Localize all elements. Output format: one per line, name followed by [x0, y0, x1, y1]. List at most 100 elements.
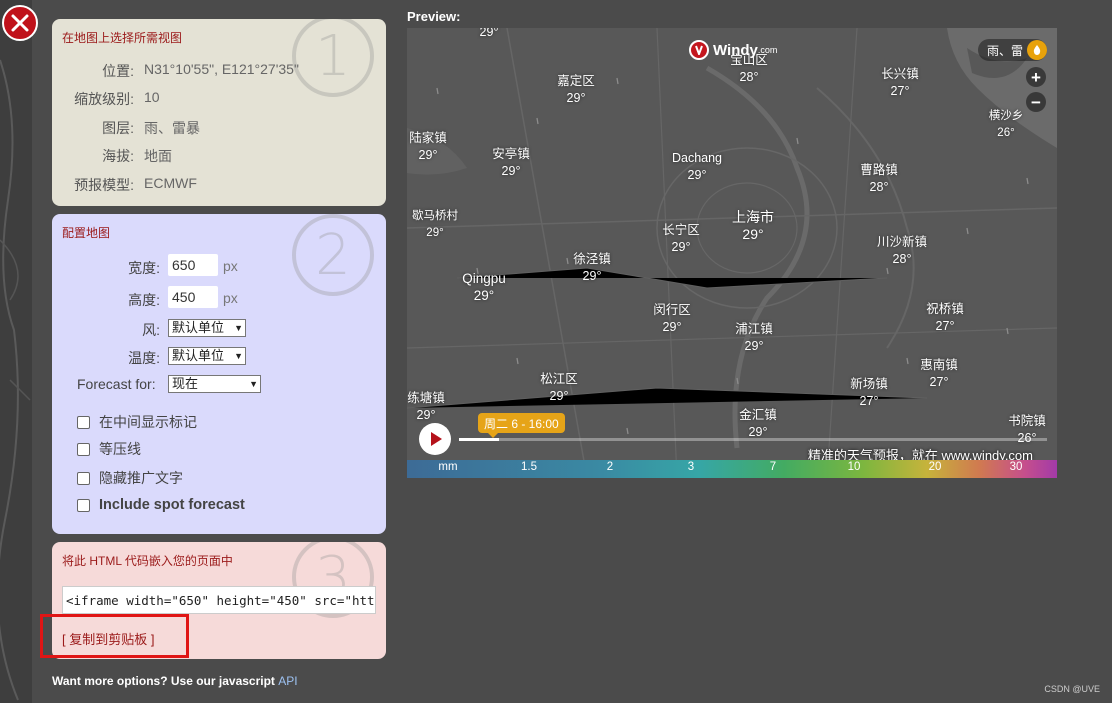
altitude-value: 地面 — [144, 148, 172, 164]
panel-title: 配置地图 — [62, 226, 111, 240]
checkbox[interactable] — [77, 415, 90, 429]
wind-unit-select[interactable]: 默认单位 ▼ — [168, 319, 246, 337]
city-label: 书院镇 26° — [1008, 414, 1046, 445]
panel-configure-map: 2 配置地图 宽度: px 高度: px 风: 默认单位 ▼ 温度: 默认单位 … — [52, 214, 386, 534]
windy-logo-icon — [689, 40, 709, 60]
layer-selector[interactable]: 雨、雷 — [977, 39, 1047, 61]
scale-tick: 1.5 — [521, 461, 537, 473]
city-label: 金汇镇 29° — [739, 408, 777, 439]
zoom-out-button[interactable]: − — [1026, 92, 1046, 112]
temperature-label: 温度: — [128, 350, 160, 366]
footer-text: Want more options? Use our javascript AP… — [52, 674, 298, 688]
position-value: N31°10'55", E121°27'35" — [144, 61, 299, 77]
city-label: 上海市 29° — [732, 209, 774, 242]
step-number-1: 1 — [292, 19, 374, 97]
scale-tick: 10 — [847, 461, 861, 473]
city-label: 长兴镇 27° — [881, 67, 919, 98]
temperature-unit-value: 默认单位 — [172, 348, 225, 363]
checkbox-hide-promo[interactable]: 隐藏推广文字 — [77, 468, 183, 488]
layer-label: 图层: — [102, 120, 134, 136]
checkbox-label: 等压线 — [99, 441, 141, 457]
city-label: 闵行区 29° — [653, 303, 691, 334]
zoom-in-button[interactable]: + — [1026, 67, 1046, 87]
city-label: 川沙新镇 28° — [876, 235, 928, 266]
city-label: 横沙乡 26° — [988, 110, 1024, 139]
forecast-select[interactable]: 现在 ▼ — [168, 375, 261, 393]
width-unit: px — [223, 258, 238, 274]
chevron-down-icon: ▼ — [249, 379, 258, 389]
logo-suffix: .com — [757, 45, 778, 55]
temperature-unit-select[interactable]: 默认单位 ▼ — [168, 347, 246, 365]
embed-code-field[interactable]: <iframe width="650" height="450" src="ht… — [62, 586, 376, 614]
city-label: 陆家镇 29° — [409, 131, 447, 162]
map-preview[interactable]: 29° 嘉定区 29° 宝山区 28° 长兴镇 27° 横沙乡 26° 陆家镇 29° 安… — [407, 28, 1057, 478]
timeline-progress — [459, 438, 499, 441]
city-label: 歇马桥村 29° — [412, 210, 458, 239]
checkbox-spot-forecast[interactable]: Include spot forecast — [77, 497, 245, 513]
checkbox-label: Include spot forecast — [99, 497, 245, 513]
city-label: 长宁区 29° — [662, 223, 700, 254]
logo-text: Windy — [713, 41, 758, 59]
city-label: 曹路镇 28° — [860, 163, 898, 194]
time-indicator[interactable]: 周二 6 - 16:00 — [478, 413, 565, 438]
checkbox[interactable] — [77, 498, 90, 512]
zoom-value: 10 — [144, 89, 160, 105]
layer-value: 雨、雷暴 — [144, 120, 200, 136]
scale-tick: 3 — [687, 461, 695, 473]
model-label: 预报模型: — [74, 177, 134, 193]
layer-name: 雨、雷 — [986, 43, 1023, 58]
width-label: 宽度: — [128, 260, 160, 276]
city-label: 练塘镇 29° — [407, 391, 445, 422]
step-number-2: 2 — [292, 214, 374, 296]
scale-unit: mm — [438, 461, 458, 473]
scale-tick: 30 — [1009, 461, 1023, 473]
wind-unit-value: 默认单位 — [172, 320, 225, 335]
watermark: CSDN @UVE — [1044, 684, 1100, 694]
city-label: 松江区 29° — [540, 372, 578, 403]
panel-title: 在地图上选择所需视图 — [62, 31, 183, 45]
height-label: 高度: — [128, 292, 160, 308]
map-background — [407, 28, 1057, 478]
wind-label: 风: — [142, 322, 160, 338]
city-label: 浦江镇 29° — [735, 322, 773, 353]
checkbox[interactable] — [77, 471, 90, 485]
api-link[interactable]: API — [278, 674, 297, 688]
city-label: 嘉定区 29° — [557, 74, 595, 105]
close-icon — [11, 14, 29, 32]
city-label: 徐泾镇 29° — [573, 252, 611, 283]
checkbox-label: 在中间显示标记 — [99, 414, 197, 430]
panel-title: 将此 HTML 代码嵌入您的页面中 — [62, 554, 233, 568]
scale-tick: 20 — [928, 461, 942, 473]
city-label: 新场镇 27° — [850, 377, 888, 408]
play-button[interactable] — [419, 423, 451, 455]
altitude-label: 海拔: — [102, 148, 134, 164]
forecast-value: 现在 — [172, 376, 199, 391]
checkbox-isobars[interactable]: 等压线 — [77, 439, 141, 459]
preview-label: Preview: — [407, 9, 461, 24]
height-input[interactable] — [168, 286, 218, 308]
rain-scale-legend: mm 1.5 2 3 7 10 20 30 — [407, 460, 1057, 478]
checkbox-show-marker[interactable]: 在中间显示标记 — [77, 412, 197, 432]
city-label: 29° — [479, 28, 499, 39]
play-icon — [422, 426, 448, 452]
background-map-strip — [0, 0, 32, 703]
city-label: 惠南镇 27° — [920, 358, 958, 389]
panel-select-view: 1 在地图上选择所需视图 位置: N31°10'55", E121°27'35"… — [52, 19, 386, 206]
chevron-down-icon: ▼ — [234, 351, 243, 361]
scale-tick: 2 — [606, 461, 614, 473]
chevron-down-icon: ▼ — [234, 323, 243, 333]
scale-tick: 7 — [769, 461, 777, 473]
model-value: ECMWF — [144, 175, 197, 191]
windy-logo[interactable]: Windy .com — [689, 40, 777, 60]
city-label: Qingpu 29° — [462, 271, 506, 303]
timeline-bar[interactable] — [459, 438, 1047, 441]
highlight-box — [40, 614, 189, 658]
position-label: 位置: — [102, 63, 134, 79]
rain-drop-icon — [1027, 40, 1047, 60]
forecast-label: Forecast for: — [77, 376, 156, 392]
close-button[interactable] — [2, 5, 38, 41]
checkbox-label: 隐藏推广文字 — [99, 470, 183, 486]
footer-message: Want more options? Use our javascript — [52, 674, 279, 688]
checkbox[interactable] — [77, 442, 90, 456]
width-input[interactable] — [168, 254, 218, 276]
